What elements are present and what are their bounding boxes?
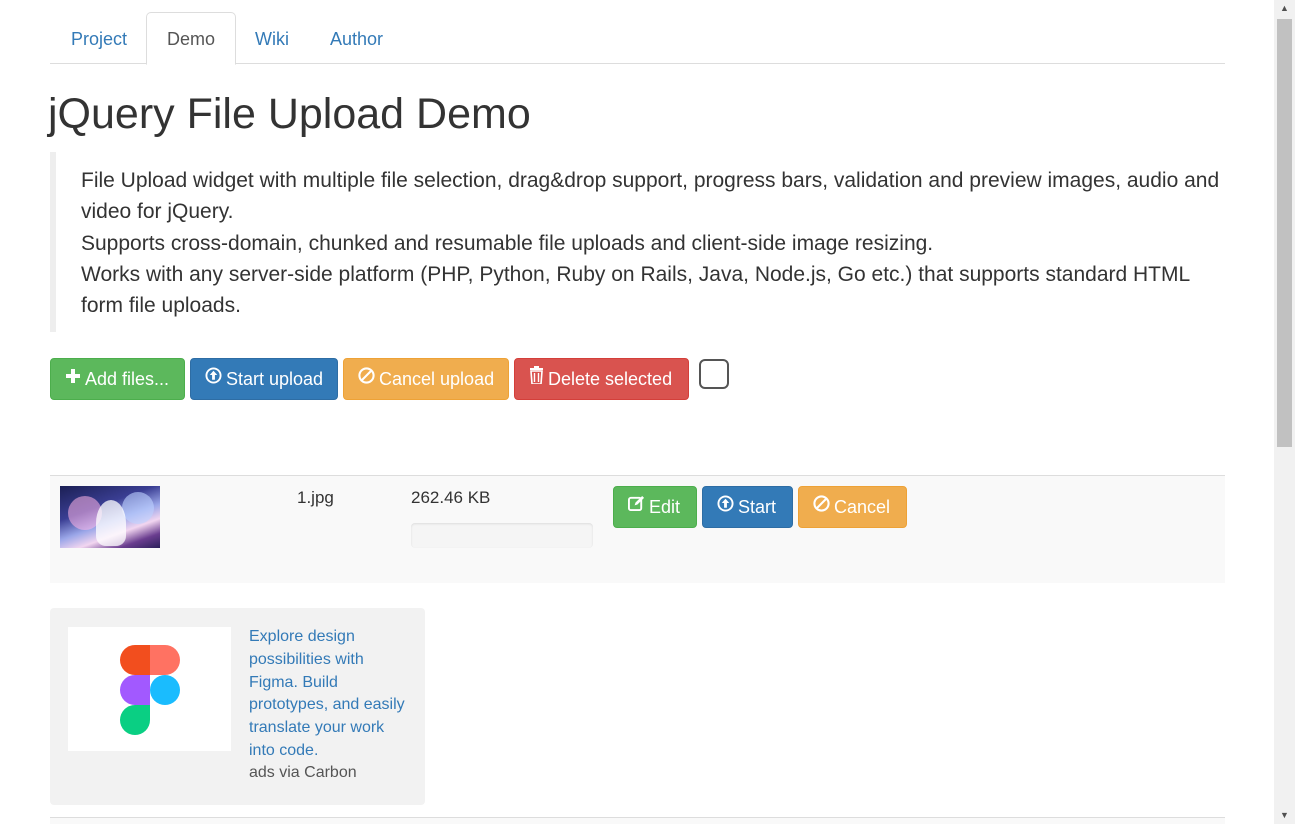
file-progress-bar [411,523,593,548]
table-row: 1.jpg 262.46 KB Edit Start Cancel [50,475,1225,583]
ban-circle-icon [813,486,830,526]
nav-tabs: Project Demo Wiki Author [50,12,1225,65]
edit-icon [628,486,645,526]
page-title: jQuery File Upload Demo [48,90,531,138]
tab-demo[interactable]: Demo [146,12,237,65]
tab-project[interactable]: Project [50,12,148,64]
tab-author[interactable]: Author [309,12,404,64]
select-all-checkbox[interactable] [699,359,729,389]
ban-circle-icon [358,358,375,398]
circle-arrow-up-icon [205,358,222,398]
description-line-3: Works with any server-side platform (PHP… [81,262,1190,318]
file-size: 262.46 KB [411,488,491,507]
description-blockquote: File Upload widget with multiple file se… [50,152,1225,332]
scroll-up-arrow-icon[interactable]: ▲ [1274,0,1295,17]
scroll-down-arrow-icon[interactable]: ▼ [1274,807,1295,824]
start-upload-label: Start upload [226,369,324,389]
next-row-edge [50,817,1225,824]
start-upload-button[interactable]: Start upload [190,358,338,400]
delete-selected-label: Delete selected [548,369,673,389]
ad-image-link[interactable] [68,627,231,751]
carbon-ad: Explore design possibilities with Figma.… [50,608,425,805]
add-files-button[interactable]: Add files... [50,358,185,400]
description-line-1: File Upload widget with multiple file se… [81,169,1220,224]
figma-logo-icon [120,645,180,735]
add-files-label: Add files... [85,369,170,389]
cancel-upload-button[interactable]: Cancel upload [343,358,509,400]
cancel-file-button[interactable]: Cancel [798,486,907,528]
start-label: Start [738,497,777,517]
start-file-button[interactable]: Start [702,486,793,528]
vertical-scrollbar[interactable]: ▲ ▼ [1274,0,1295,824]
file-name: 1.jpg [297,488,334,507]
cancel-upload-label: Cancel upload [379,369,495,389]
scrollbar-thumb[interactable] [1277,19,1292,447]
trash-icon [529,358,544,398]
plus-icon [65,358,81,398]
delete-selected-button[interactable]: Delete selected [514,358,689,400]
cancel-label: Cancel [834,497,891,517]
edit-file-button[interactable]: Edit [613,486,697,528]
ads-via-carbon-link[interactable]: ads via Carbon [249,764,357,782]
description-line-2: Supports cross-domain, chunked and resum… [81,231,934,255]
file-preview-thumbnail[interactable] [60,486,160,548]
circle-arrow-up-icon [717,486,734,526]
edit-label: Edit [649,497,681,517]
tab-wiki[interactable]: Wiki [234,12,310,64]
ad-text-link[interactable]: Explore design possibilities with Figma.… [249,626,409,763]
